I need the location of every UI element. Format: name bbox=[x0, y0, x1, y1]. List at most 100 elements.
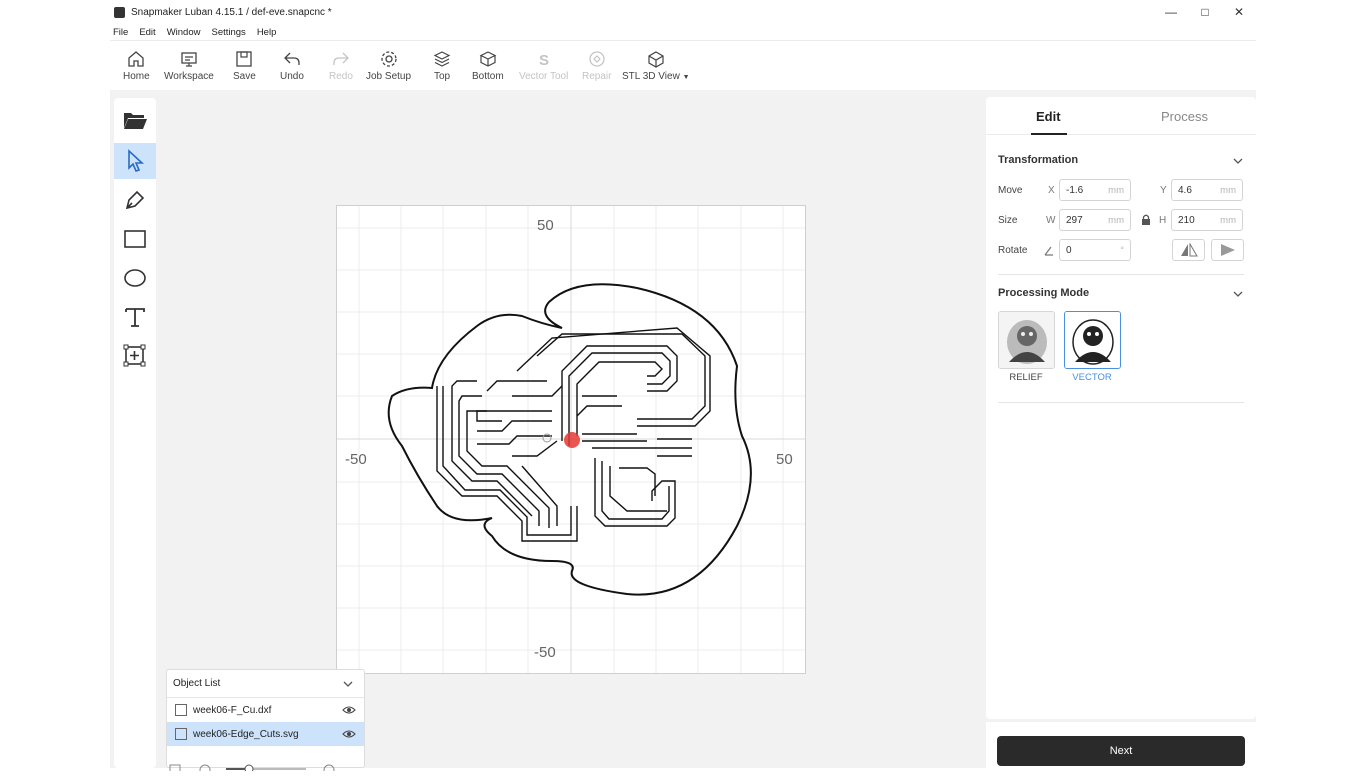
relief-mode-option[interactable] bbox=[998, 311, 1055, 369]
vector-mode-option[interactable] bbox=[1064, 311, 1121, 369]
toolbar: Home Workspace Save Undo Redo Job Setup … bbox=[110, 40, 1256, 90]
vector-preview-icon bbox=[1065, 312, 1120, 368]
ellipse-icon bbox=[124, 269, 146, 287]
object-list-panel: Object List week06-F_Cu.dxf week06-Edge_… bbox=[166, 669, 365, 768]
zoom-in-icon[interactable] bbox=[323, 764, 335, 776]
tab-edit[interactable]: Edit bbox=[1036, 109, 1061, 124]
workspace-icon bbox=[181, 52, 197, 67]
menu-edit[interactable]: Edit bbox=[139, 27, 155, 38]
minimize-icon[interactable]: — bbox=[1154, 0, 1188, 24]
x-label: X bbox=[1048, 185, 1055, 196]
select-tool-button[interactable] bbox=[114, 143, 156, 179]
workspace-canvas[interactable]: 50 -50 -50 50 bbox=[336, 205, 806, 674]
zoom-out-icon[interactable] bbox=[199, 764, 211, 776]
maximize-icon[interactable]: □ bbox=[1188, 0, 1222, 24]
zoom-slider-handle[interactable] bbox=[244, 764, 254, 774]
cube-icon bbox=[648, 51, 664, 68]
save-icon bbox=[236, 51, 253, 67]
vector-tool-button[interactable]: S Vector Tool bbox=[519, 49, 568, 82]
repair-button[interactable]: Repair bbox=[582, 49, 611, 82]
workspace-button[interactable]: Workspace bbox=[164, 49, 214, 82]
text-tool-button[interactable] bbox=[114, 299, 156, 335]
grid-label-right: 50 bbox=[776, 451, 793, 468]
cursor-icon bbox=[128, 149, 145, 172]
app-logo-icon bbox=[114, 6, 125, 18]
size-w-input[interactable]: 297 mm bbox=[1059, 209, 1131, 231]
open-file-button[interactable] bbox=[114, 102, 156, 138]
left-tool-panel bbox=[114, 98, 156, 768]
menu-help[interactable]: Help bbox=[257, 27, 277, 38]
rotate-input[interactable]: 0 ° bbox=[1059, 239, 1131, 261]
size-label: Size bbox=[998, 215, 1018, 226]
relief-preview-icon bbox=[999, 312, 1054, 368]
grid-board[interactable] bbox=[337, 206, 805, 673]
grid-label-left: -50 bbox=[345, 451, 367, 468]
flip-vertical-icon bbox=[1220, 244, 1235, 256]
grid-label-top: 50 bbox=[537, 217, 554, 234]
repair-icon bbox=[589, 51, 605, 67]
flip-vertical-button[interactable] bbox=[1211, 239, 1244, 261]
vector-mode-label: VECTOR bbox=[1072, 372, 1112, 383]
menu-window[interactable]: Window bbox=[167, 27, 201, 38]
eye-icon[interactable] bbox=[342, 703, 356, 717]
pen-tool-button[interactable] bbox=[114, 182, 156, 218]
tab-process[interactable]: Process bbox=[1161, 109, 1208, 124]
grid-label-bottom: -50 bbox=[534, 644, 556, 661]
rectangle-tool-button[interactable] bbox=[114, 221, 156, 257]
ellipse-tool-button[interactable] bbox=[114, 260, 156, 296]
job-setup-button[interactable]: Job Setup bbox=[366, 49, 411, 82]
app-window: Snapmaker Luban 4.15.1 / def-eve.snapcnc… bbox=[110, 0, 1256, 776]
chevron-down-icon[interactable] bbox=[1232, 288, 1244, 300]
home-icon bbox=[128, 51, 144, 67]
rectangle-icon bbox=[124, 230, 146, 248]
save-button[interactable]: Save bbox=[233, 49, 256, 82]
next-button[interactable]: Next bbox=[997, 736, 1245, 766]
divider bbox=[998, 274, 1244, 275]
gear-icon bbox=[380, 51, 397, 67]
w-label: W bbox=[1046, 215, 1056, 226]
move-x-input[interactable]: -1.6 mm bbox=[1059, 179, 1131, 201]
window-title: Snapmaker Luban 4.15.1 / def-eve.snapcnc… bbox=[131, 6, 332, 18]
transformation-title: Transformation bbox=[998, 154, 1079, 166]
undo-button[interactable]: Undo bbox=[280, 49, 304, 82]
title-bar: Snapmaker Luban 4.15.1 / def-eve.snapcnc… bbox=[110, 0, 1256, 24]
flip-horizontal-button[interactable] bbox=[1172, 239, 1205, 261]
menu-file[interactable]: File bbox=[113, 27, 128, 38]
object-name: week06-Edge_Cuts.svg bbox=[193, 728, 299, 740]
bottom-view-icon bbox=[479, 51, 497, 67]
origin-marker bbox=[564, 432, 580, 448]
undo-icon bbox=[284, 52, 300, 65]
bottom-view-button[interactable]: Bottom bbox=[472, 49, 504, 82]
close-icon[interactable]: ✕ bbox=[1222, 0, 1256, 24]
panel-tabs: Edit Process bbox=[986, 97, 1256, 135]
object-shape-icon bbox=[175, 704, 187, 716]
move-y-input[interactable]: 4.6 mm bbox=[1171, 179, 1243, 201]
redo-button[interactable]: Redo bbox=[329, 49, 353, 82]
list-item[interactable]: week06-F_Cu.dxf bbox=[167, 698, 364, 722]
stl-3d-view-button[interactable]: STL 3D View ▼ bbox=[622, 49, 690, 82]
top-view-icon bbox=[433, 51, 451, 67]
size-h-input[interactable]: 210 mm bbox=[1171, 209, 1243, 231]
flip-horizontal-icon bbox=[1180, 243, 1198, 257]
object-list-title: Object List bbox=[173, 678, 221, 689]
top-view-button[interactable]: Top bbox=[432, 49, 452, 82]
eye-icon[interactable] bbox=[342, 727, 356, 741]
object-shape-icon bbox=[175, 728, 187, 740]
text-icon bbox=[125, 308, 145, 327]
list-item[interactable]: week06-Edge_Cuts.svg bbox=[167, 722, 364, 746]
active-tab-indicator bbox=[1031, 133, 1067, 135]
pen-icon bbox=[125, 190, 145, 210]
fit-icon[interactable] bbox=[169, 764, 181, 774]
insert-object-button[interactable] bbox=[114, 338, 156, 374]
zoom-controls bbox=[166, 758, 366, 776]
chevron-down-icon[interactable] bbox=[1232, 155, 1244, 167]
move-label: Move bbox=[998, 185, 1023, 196]
lock-icon[interactable] bbox=[1140, 213, 1152, 226]
object-list-header[interactable]: Object List bbox=[167, 670, 364, 698]
divider bbox=[998, 402, 1244, 403]
chevron-down-icon[interactable] bbox=[342, 678, 354, 690]
next-bar: Next bbox=[986, 722, 1256, 768]
origin-ring bbox=[542, 433, 552, 443]
home-button[interactable]: Home bbox=[123, 49, 150, 82]
menu-settings[interactable]: Settings bbox=[211, 27, 245, 38]
